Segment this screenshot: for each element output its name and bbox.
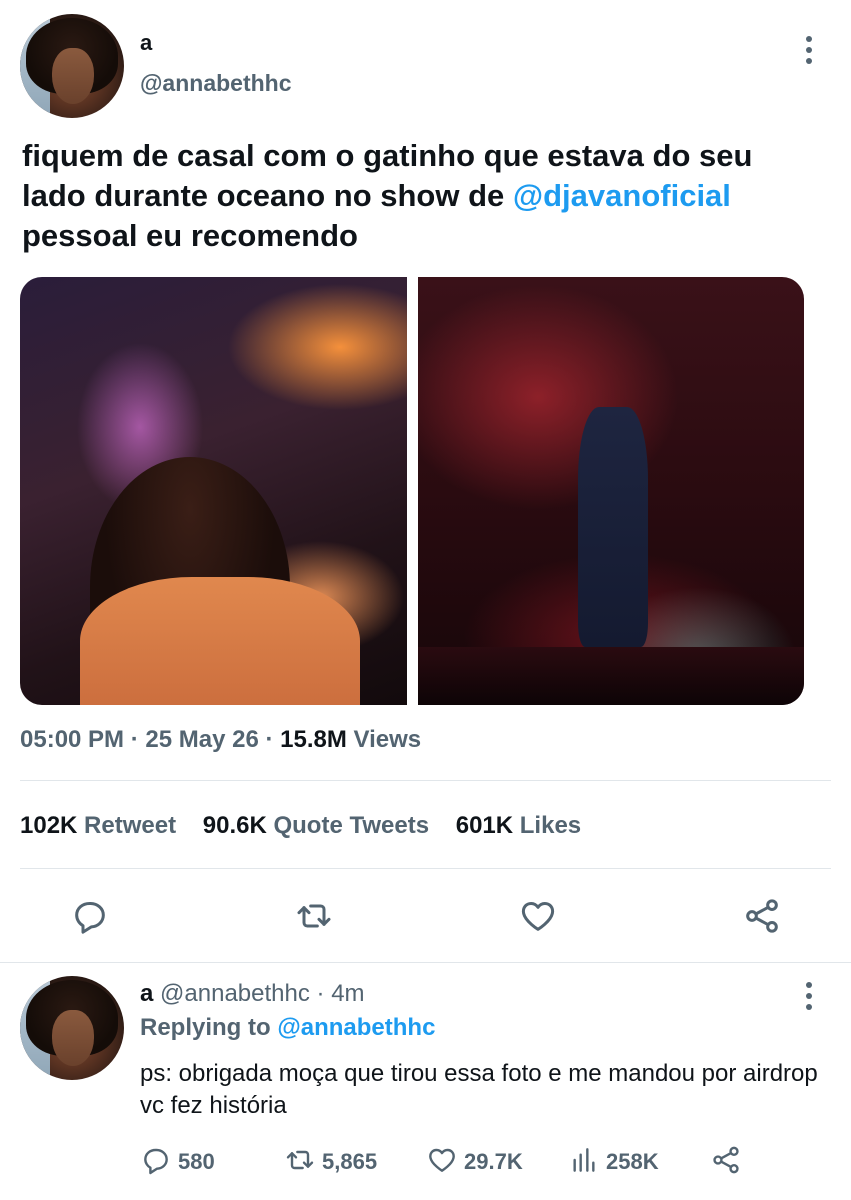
reply-retweets-count: 5,865 bbox=[322, 1149, 378, 1174]
avatar-face bbox=[52, 48, 94, 104]
reply-action-bar: 580 5,865 29.7K 258K bbox=[140, 1142, 840, 1182]
more-icon[interactable] bbox=[805, 982, 813, 1010]
reply-text: ps: obrigada moça que tirou essa foto e … bbox=[140, 1060, 818, 1119]
author-handle[interactable]: @annabethhc bbox=[140, 70, 292, 97]
tweet-time[interactable]: 05:00 PM bbox=[20, 726, 124, 753]
views-label: Views bbox=[353, 726, 422, 753]
replying-to-handle[interactable]: @annabethhc bbox=[277, 1014, 435, 1041]
reply-likes-count: 29.7K bbox=[464, 1149, 523, 1174]
author-name[interactable]: a bbox=[140, 30, 152, 56]
reply-reply-button[interactable]: 580 bbox=[140, 1142, 215, 1182]
tweet-separator bbox=[0, 962, 851, 963]
reply-header: a @annabethhc · 4m bbox=[140, 980, 365, 1008]
photo-stage bbox=[418, 647, 804, 705]
views-count: 15.8M bbox=[280, 726, 347, 753]
photo-silhouette-shoulders bbox=[80, 577, 360, 705]
reply-icon bbox=[140, 1144, 172, 1181]
retweets-label: Retweet bbox=[84, 812, 177, 839]
reply-retweet-button[interactable]: 5,865 bbox=[284, 1142, 377, 1182]
tweet-meta: 05:00 PM · 25 May 26 · 15.8M Views bbox=[20, 726, 421, 754]
more-icon-dot bbox=[806, 58, 812, 64]
avatar[interactable] bbox=[20, 14, 124, 118]
reply-icon[interactable] bbox=[70, 896, 110, 936]
meta-separator: · bbox=[265, 726, 281, 753]
retweet-icon[interactable] bbox=[294, 896, 334, 936]
retweets-stat[interactable]: 102K Retweet bbox=[20, 812, 176, 839]
reply-author-name[interactable]: a bbox=[140, 980, 153, 1007]
more-icon-dot bbox=[806, 1004, 812, 1010]
reply-share-button[interactable] bbox=[710, 1142, 742, 1182]
media-photo-concert[interactable] bbox=[418, 277, 804, 705]
quotes-label: Quote Tweets bbox=[273, 812, 430, 839]
more-icon[interactable] bbox=[805, 36, 813, 64]
tweet-text: fiquem de casal com o gatinho que estava… bbox=[22, 136, 822, 256]
meta-separator: · bbox=[130, 726, 146, 753]
likes-stat[interactable]: 601K Likes bbox=[456, 812, 581, 839]
more-icon-dot bbox=[806, 993, 812, 999]
meta-separator: · bbox=[316, 980, 325, 1007]
tweet-stats: 102K Retweet 90.6K Quote Tweets 601K Lik… bbox=[20, 812, 581, 840]
share-icon[interactable] bbox=[742, 896, 782, 936]
retweets-count: 102K bbox=[20, 812, 78, 839]
retweet-icon bbox=[284, 1144, 316, 1181]
more-icon-dot bbox=[806, 982, 812, 988]
reply-age[interactable]: 4m bbox=[331, 980, 364, 1007]
reply-views-count: 258K bbox=[606, 1149, 659, 1174]
more-icon-dot bbox=[806, 36, 812, 42]
avatar-face bbox=[52, 1010, 94, 1066]
share-icon bbox=[710, 1144, 742, 1181]
divider bbox=[20, 780, 831, 781]
replying-to: Replying to @annabethhc bbox=[140, 1014, 435, 1042]
media-photo-couple[interactable] bbox=[20, 277, 407, 705]
likes-count: 601K bbox=[455, 812, 514, 839]
mention-link[interactable]: @djavanoficial bbox=[513, 178, 731, 213]
reply-views-button[interactable]: 258K bbox=[568, 1142, 659, 1182]
more-icon-dot bbox=[806, 47, 812, 53]
tweet-date[interactable]: 25 May 26 bbox=[145, 726, 258, 753]
views-icon bbox=[568, 1144, 600, 1181]
divider bbox=[20, 868, 831, 869]
like-icon[interactable] bbox=[518, 896, 558, 936]
quotes-stat[interactable]: 90.6K Quote Tweets bbox=[203, 812, 429, 839]
likes-label: Likes bbox=[519, 812, 582, 839]
reply-replies-count: 580 bbox=[178, 1149, 215, 1174]
reply-avatar[interactable] bbox=[20, 976, 124, 1080]
reply-author-handle[interactable]: @annabethhc bbox=[160, 980, 310, 1007]
reply-like-button[interactable]: 29.7K bbox=[426, 1142, 523, 1182]
like-icon bbox=[426, 1144, 458, 1181]
photo-singer bbox=[578, 407, 648, 647]
tweet-text-after: pessoal eu recomendo bbox=[22, 218, 358, 253]
replying-to-label: Replying to bbox=[140, 1014, 271, 1041]
quotes-count: 90.6K bbox=[202, 812, 267, 839]
